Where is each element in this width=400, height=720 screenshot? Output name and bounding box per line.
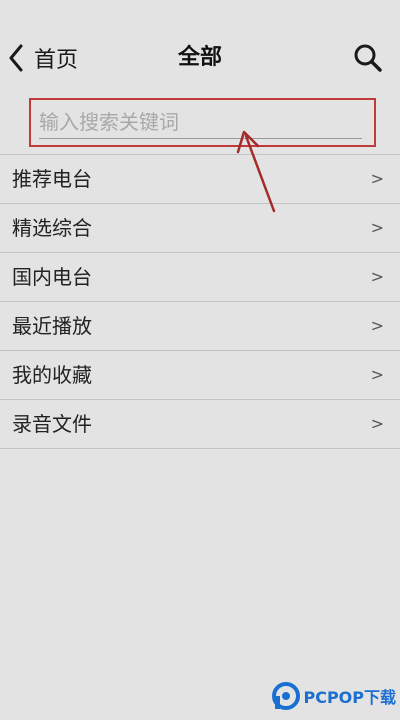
- list-item-label: 国内电台: [12, 265, 92, 289]
- list-item-recordings[interactable]: 录音文件 >: [0, 400, 400, 449]
- chevron-right-icon: >: [370, 414, 384, 433]
- list-item-recommended[interactable]: 推荐电台 >: [0, 155, 400, 204]
- watermark-text: PCPOP下载: [303, 688, 396, 707]
- list-item-favorites[interactable]: 我的收藏 >: [0, 351, 400, 400]
- chevron-right-icon: >: [370, 365, 384, 384]
- pcpop-logo-icon: [272, 682, 301, 710]
- chevron-right-icon: >: [370, 316, 384, 335]
- list-item-label: 录音文件: [12, 412, 92, 436]
- page-title: 全部: [177, 45, 222, 70]
- list-item-label: 推荐电台: [12, 167, 92, 191]
- list-item-recent[interactable]: 最近播放 >: [0, 302, 400, 351]
- search-input[interactable]: [39, 106, 362, 139]
- list-item-domestic[interactable]: 国内电台 >: [0, 253, 400, 302]
- list-item-label: 我的收藏: [12, 363, 92, 387]
- search-highlight-box: [29, 98, 376, 147]
- watermark: PCPOP下载: [272, 678, 396, 714]
- chevron-right-icon: >: [370, 169, 384, 188]
- search-icon: [352, 44, 384, 78]
- list-item-label: 最近播放: [12, 314, 92, 338]
- header: 首页 全部: [0, 0, 400, 95]
- list-item-label: 精选综合: [12, 216, 92, 240]
- search-button[interactable]: [352, 42, 384, 74]
- category-list: 推荐电台 > 精选综合 > 国内电台 > 最近播放 > 我的收藏 > 录音文件 …: [0, 154, 400, 449]
- chevron-right-icon: >: [370, 218, 384, 237]
- list-item-featured[interactable]: 精选综合 >: [0, 204, 400, 253]
- screen: 首页 全部 推荐电台 > 精选综合 > 国内电台 > 最近播放: [0, 0, 400, 720]
- chevron-right-icon: >: [370, 267, 384, 286]
